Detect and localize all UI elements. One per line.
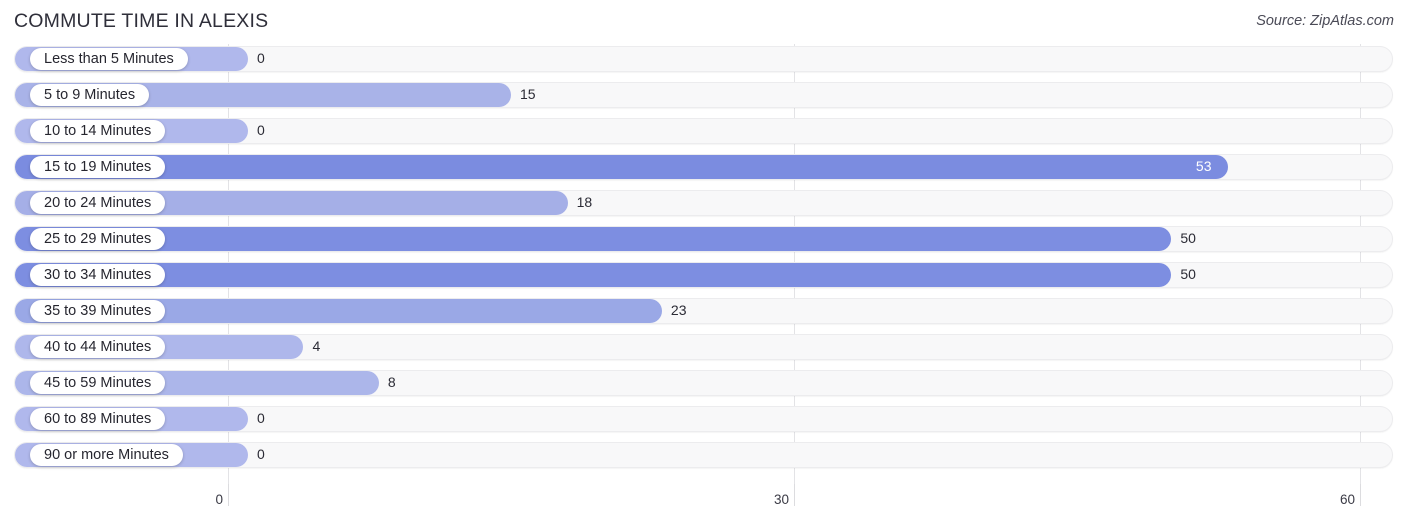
x-axis: 0 30 60: [0, 484, 1406, 523]
bar-value-label: 50: [1180, 266, 1196, 282]
chart-plot-area: Less than 5 Minutes 0 5 to 9 Minutes 15 10 t…: [0, 44, 1406, 484]
bar-row[interactable]: 90 or more Minutes 0: [0, 440, 1406, 470]
axis-tick-mark: [228, 484, 229, 506]
bar-row[interactable]: 45 to 59 Minutes 8: [0, 368, 1406, 398]
category-label-pill: 20 to 24 Minutes: [30, 192, 166, 214]
page-title: COMMUTE TIME IN ALEXIS: [14, 10, 269, 32]
category-label-pill: 60 to 89 Minutes: [30, 408, 166, 430]
category-label: 60 to 89 Minutes: [44, 410, 152, 427]
axis-tick-mark: [1360, 484, 1361, 506]
bar-row[interactable]: 10 to 14 Minutes 0: [0, 116, 1406, 146]
value-bar: [15, 227, 1172, 251]
bar-value-label: 23: [670, 302, 687, 318]
bar-row[interactable]: Less than 5 Minutes 0: [0, 44, 1406, 74]
bar-value-label: 0: [257, 446, 265, 462]
axis-tick-label: 30: [773, 492, 789, 507]
category-label-pill: 15 to 19 Minutes: [30, 156, 166, 178]
bar-value-label: 18: [576, 194, 593, 210]
category-label: 35 to 39 Minutes: [44, 302, 152, 319]
category-label: 40 to 44 Minutes: [44, 338, 152, 355]
category-label-pill: Less than 5 Minutes: [30, 48, 188, 70]
category-label-pill: 30 to 34 Minutes: [30, 264, 166, 286]
category-label-pill: 25 to 29 Minutes: [30, 228, 166, 250]
value-bar: [15, 263, 1172, 287]
category-label-pill: 40 to 44 Minutes: [30, 336, 166, 358]
chart-header: COMMUTE TIME IN ALEXIS Source: ZipAtlas.…: [0, 0, 1406, 44]
category-label: 20 to 24 Minutes: [44, 194, 152, 211]
bar-row[interactable]: 40 to 44 Minutes 4: [0, 332, 1406, 362]
category-label-pill: 5 to 9 Minutes: [30, 84, 150, 106]
category-label-pill: 90 or more Minutes: [30, 444, 183, 466]
bar-row[interactable]: 5 to 9 Minutes 15: [0, 80, 1406, 110]
category-label-pill: 10 to 14 Minutes: [30, 120, 166, 142]
bar-value-label: 0: [257, 410, 265, 426]
bar-rows: Less than 5 Minutes 0 5 to 9 Minutes 15 10 t…: [0, 44, 1406, 476]
value-bar: [15, 155, 1228, 179]
bar-row[interactable]: 25 to 29 Minutes 50: [0, 224, 1406, 254]
category-label-pill: 45 to 59 Minutes: [30, 372, 166, 394]
bar-value-label: 53: [1195, 158, 1212, 174]
bar-value-label: 4: [312, 338, 321, 354]
bar-value-label: 50: [1180, 230, 1196, 246]
bar-value-label: 0: [257, 122, 265, 138]
bar-value-label: 0: [257, 50, 265, 66]
bar-value-label: 15: [520, 86, 536, 102]
category-label: Less than 5 Minutes: [44, 50, 174, 67]
category-label: 25 to 29 Minutes: [44, 230, 152, 247]
bar-value-label: 8: [387, 374, 396, 390]
bar-row[interactable]: 30 to 34 Minutes 50: [0, 260, 1406, 290]
axis-tick-label: 60: [1339, 492, 1355, 507]
source-attribution: Source: ZipAtlas.com: [1256, 13, 1394, 29]
category-label: 90 or more Minutes: [44, 446, 169, 463]
bar-row[interactable]: 20 to 24 Minutes 18: [0, 188, 1406, 218]
axis-tick-mark: [794, 484, 795, 506]
category-label: 30 to 34 Minutes: [44, 266, 152, 283]
axis-tick-label: 0: [215, 492, 223, 507]
bar-row[interactable]: 35 to 39 Minutes 23: [0, 296, 1406, 326]
bar-row[interactable]: 60 to 89 Minutes 0: [0, 404, 1406, 434]
category-label-pill: 35 to 39 Minutes: [30, 300, 166, 322]
bar-row[interactable]: 15 to 19 Minutes 53: [0, 152, 1406, 182]
category-label: 15 to 19 Minutes: [44, 158, 152, 175]
category-label: 45 to 59 Minutes: [44, 374, 152, 391]
category-label: 10 to 14 Minutes: [44, 122, 152, 139]
category-label: 5 to 9 Minutes: [44, 86, 136, 103]
